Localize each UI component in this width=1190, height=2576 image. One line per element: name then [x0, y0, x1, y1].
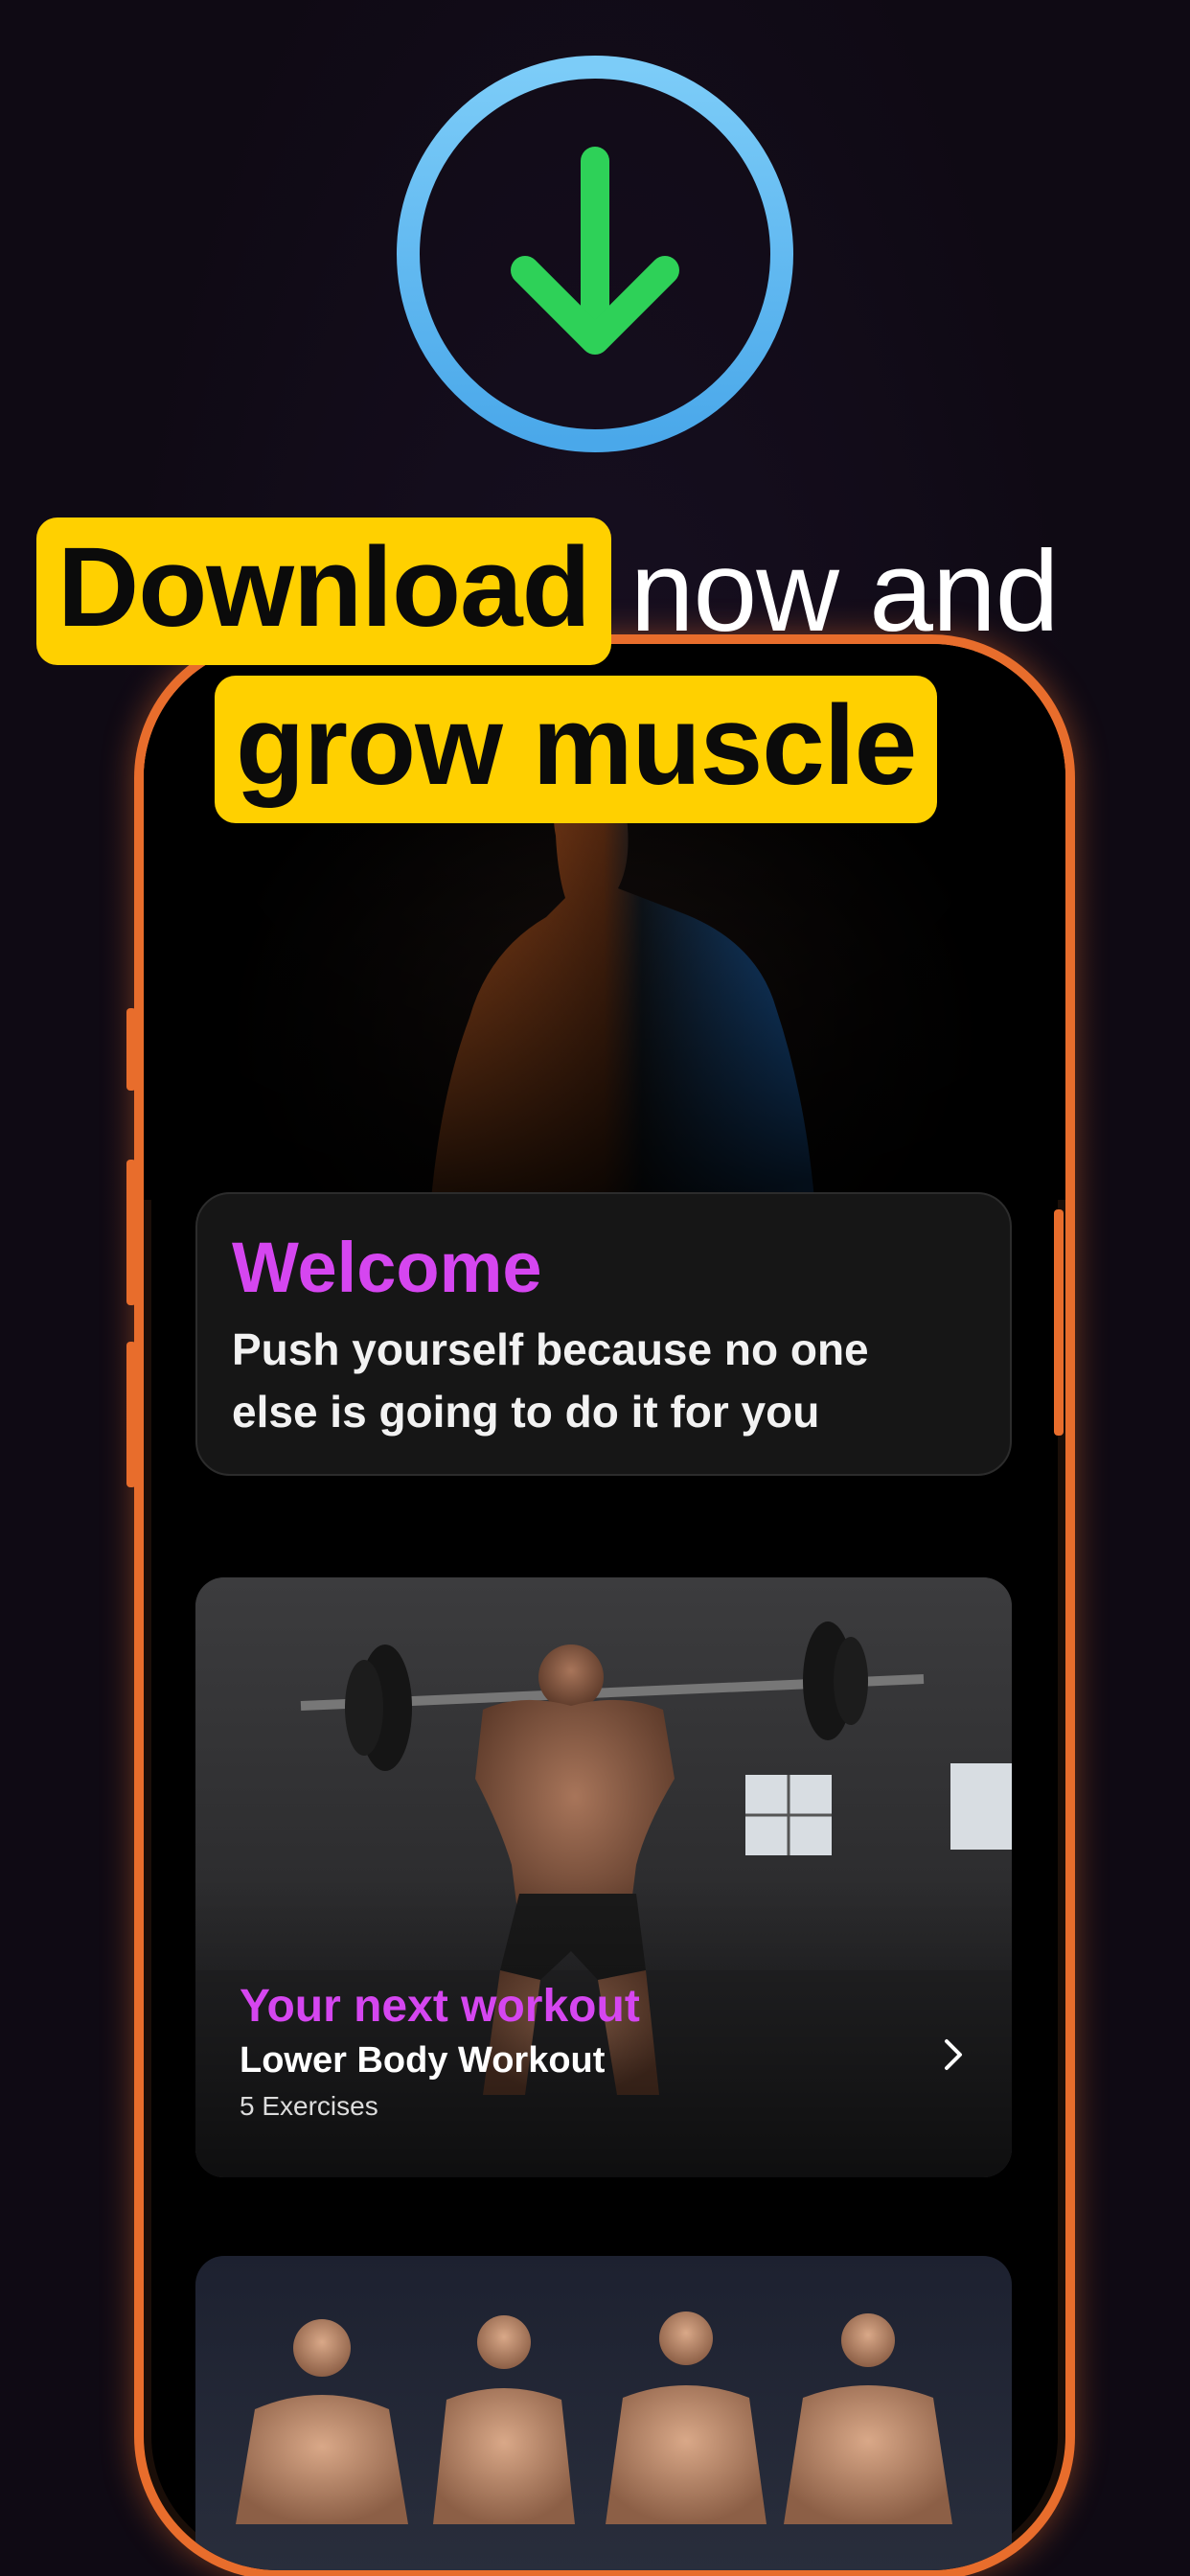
app-store-screenshot: Welcome Push yourself because no one els…: [0, 0, 1190, 2576]
welcome-subtitle: Push yourself because no one else is goi…: [232, 1323, 869, 1437]
phone-mockup: Welcome Push yourself because no one els…: [134, 634, 1075, 2576]
next-workout-card[interactable]: Your next workout Lower Body Workout 5 E…: [195, 1577, 1012, 2177]
phone-volume-up-button: [126, 1160, 136, 1305]
welcome-title: Welcome: [232, 1228, 542, 1307]
phone-action-button: [126, 1008, 136, 1091]
headline-line-1: Download now and: [36, 518, 1060, 665]
headline-plain-text: now and: [629, 527, 1060, 656]
workout-info: Your next workout Lower Body Workout 5 E…: [240, 1980, 640, 2122]
workout-name: Lower Body Workout: [240, 2040, 606, 2081]
phone-power-button: [1054, 1209, 1064, 1436]
headline-highlight-grow-muscle: grow muscle: [215, 676, 938, 823]
download-arrow-circle-icon: [397, 56, 793, 452]
transformation-card[interactable]: [195, 2256, 1012, 2570]
body-transformation-image: [236, 2312, 952, 2524]
welcome-card: Welcome Push yourself because no one els…: [195, 1192, 1012, 1476]
headline-highlight-download: Download: [36, 518, 611, 665]
workout-exercise-count: 5 Exercises: [240, 2091, 378, 2121]
chevron-right-icon[interactable]: [939, 2036, 968, 2074]
workout-label: Your next workout: [240, 1981, 640, 2032]
phone-volume-down-button: [126, 1342, 136, 1487]
headline-line-2: grow muscle: [215, 676, 938, 823]
